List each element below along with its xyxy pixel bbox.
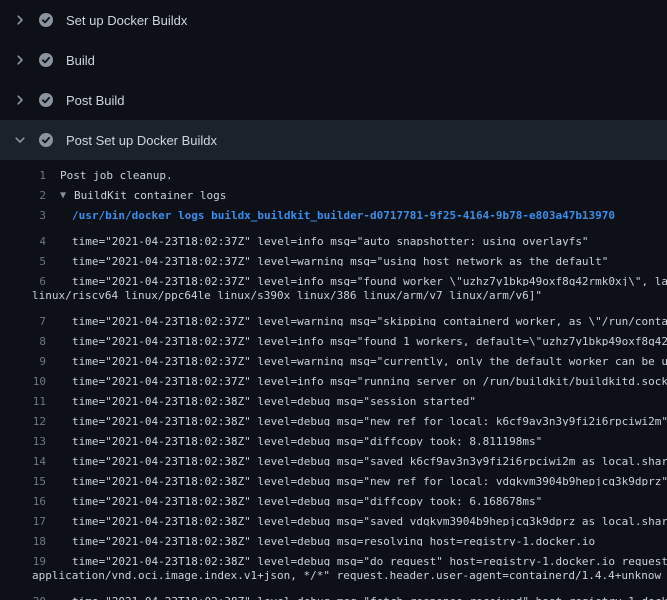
log-line-number[interactable]: 15 xyxy=(0,472,46,486)
log-line-number[interactable]: 18 xyxy=(0,532,46,546)
group-toggle-icon[interactable]: ▼ xyxy=(46,186,66,206)
log-line: 7 time="2021-04-23T18:02:37Z" level=warn… xyxy=(0,306,667,326)
step-title: Set up Docker Buildx xyxy=(66,13,187,28)
step-title: Build xyxy=(66,53,95,68)
log-line-text: time="2021-04-23T18:02:38Z" level=debug … xyxy=(46,592,667,600)
log-line-number[interactable]: 13 xyxy=(0,432,46,446)
log-line: 10 time="2021-04-23T18:02:37Z" level=inf… xyxy=(0,366,667,386)
log-line: 14 time="2021-04-23T18:02:38Z" level=deb… xyxy=(0,446,667,466)
step-header-0[interactable]: Set up Docker Buildx xyxy=(0,0,667,40)
log-line: 12 time="2021-04-23T18:02:38Z" level=deb… xyxy=(0,406,667,426)
log-line-number[interactable]: 2 xyxy=(0,186,46,206)
log-line-number[interactable]: 1 xyxy=(0,166,46,186)
chevron-down-icon[interactable] xyxy=(12,132,28,148)
log-line-text: time="2021-04-23T18:02:38Z" level=debug … xyxy=(46,492,542,506)
log-line: 15 time="2021-04-23T18:02:38Z" level=deb… xyxy=(0,466,667,486)
step-header-1[interactable]: Build xyxy=(0,40,667,80)
log-line-number[interactable]: 3 xyxy=(0,206,46,226)
log-line: 17 time="2021-04-23T18:02:38Z" level=deb… xyxy=(0,506,667,526)
log-line-text: time="2021-04-23T18:02:37Z" level=info m… xyxy=(46,332,667,346)
check-circle-icon xyxy=(38,12,54,28)
log-line-text: application/vnd.oci.image.index.v1+json,… xyxy=(32,566,661,586)
actions-log-viewer: Set up Docker Buildx Build Post Build Po… xyxy=(0,0,667,600)
log-area[interactable]: 1 Post job cleanup. 2 ▼BuildKit containe… xyxy=(0,160,667,600)
log-line-text: linux/riscv64 linux/ppc64le linux/s390x … xyxy=(32,286,542,306)
log-line-number[interactable]: 17 xyxy=(0,512,46,526)
log-line-text: time="2021-04-23T18:02:38Z" level=debug … xyxy=(46,472,667,486)
log-line-text: time="2021-04-23T18:02:38Z" level=debug … xyxy=(46,532,595,546)
log-line-text: time="2021-04-23T18:02:38Z" level=debug … xyxy=(46,392,476,406)
log-line-text: time="2021-04-23T18:02:37Z" level=info m… xyxy=(46,272,667,286)
log-line-text: time="2021-04-23T18:02:37Z" level=warnin… xyxy=(46,352,667,366)
chevron-right-icon[interactable] xyxy=(12,92,28,108)
log-line-number[interactable]: 6 xyxy=(0,272,46,286)
step-title: Post Build xyxy=(66,93,125,108)
log-line: 13 time="2021-04-23T18:02:38Z" level=deb… xyxy=(0,426,667,446)
log-line-text: time="2021-04-23T18:02:37Z" level=warnin… xyxy=(46,312,667,326)
log-line-number[interactable]: 11 xyxy=(0,392,46,406)
step-header-3[interactable]: Post Set up Docker Buildx xyxy=(0,120,667,160)
log-line: 16 time="2021-04-23T18:02:38Z" level=deb… xyxy=(0,486,667,506)
log-line-text: Post job cleanup. xyxy=(46,166,173,186)
log-line-continuation: application/vnd.oci.image.index.v1+json,… xyxy=(0,566,667,586)
command-line-text: /usr/bin/docker logs buildx_buildkit_bui… xyxy=(46,206,615,226)
step-list: Set up Docker Buildx Build Post Build Po… xyxy=(0,0,667,160)
log-line: 1 Post job cleanup. xyxy=(0,166,667,186)
log-line-text: BuildKit container logs xyxy=(66,186,226,206)
log-line: 8 time="2021-04-23T18:02:37Z" level=info… xyxy=(0,326,667,346)
log-line: 11 time="2021-04-23T18:02:38Z" level=deb… xyxy=(0,386,667,406)
log-line: 18 time="2021-04-23T18:02:38Z" level=deb… xyxy=(0,526,667,546)
log-line-text: time="2021-04-23T18:02:38Z" level=debug … xyxy=(46,552,667,566)
log-line-text: time="2021-04-23T18:02:38Z" level=debug … xyxy=(46,452,667,466)
log-line-number[interactable]: 10 xyxy=(0,372,46,386)
log-line-text: time="2021-04-23T18:02:38Z" level=debug … xyxy=(46,512,667,526)
step-title: Post Set up Docker Buildx xyxy=(66,133,217,148)
log-line: 5 time="2021-04-23T18:02:37Z" level=warn… xyxy=(0,246,667,266)
log-line-number[interactable]: 7 xyxy=(0,312,46,326)
log-line: 6 time="2021-04-23T18:02:37Z" level=info… xyxy=(0,266,667,286)
chevron-right-icon[interactable] xyxy=(12,12,28,28)
log-line: 2 ▼BuildKit container logs xyxy=(0,186,667,206)
log-line: 19 time="2021-04-23T18:02:38Z" level=deb… xyxy=(0,546,667,566)
log-line-number[interactable]: 5 xyxy=(0,252,46,266)
log-line-number[interactable]: 9 xyxy=(0,352,46,366)
step-header-2[interactable]: Post Build xyxy=(0,80,667,120)
log-line: 20 time="2021-04-23T18:02:38Z" level=deb… xyxy=(0,586,667,600)
log-line-text: time="2021-04-23T18:02:38Z" level=debug … xyxy=(46,412,667,426)
log-line-text: time="2021-04-23T18:02:38Z" level=debug … xyxy=(46,432,542,446)
log-line-continuation: linux/riscv64 linux/ppc64le linux/s390x … xyxy=(0,286,667,306)
chevron-right-icon[interactable] xyxy=(12,52,28,68)
log-line-number[interactable]: 8 xyxy=(0,332,46,346)
log-line-number[interactable]: 14 xyxy=(0,452,46,466)
check-circle-icon xyxy=(38,132,54,148)
log-line: 4 time="2021-04-23T18:02:37Z" level=info… xyxy=(0,226,667,246)
log-line-number[interactable]: 20 xyxy=(0,592,46,600)
check-circle-icon xyxy=(38,52,54,68)
log-line-text: time="2021-04-23T18:02:37Z" level=info m… xyxy=(46,232,589,246)
log-line-text: time="2021-04-23T18:02:37Z" level=info m… xyxy=(46,372,667,386)
log-line-text: time="2021-04-23T18:02:37Z" level=warnin… xyxy=(46,252,608,266)
log-line-number[interactable]: 19 xyxy=(0,552,46,566)
log-line: 9 time="2021-04-23T18:02:37Z" level=warn… xyxy=(0,346,667,366)
log-line: 3 /usr/bin/docker logs buildx_buildkit_b… xyxy=(0,206,667,226)
check-circle-icon xyxy=(38,92,54,108)
log-line-number[interactable]: 4 xyxy=(0,232,46,246)
log-line-number[interactable]: 16 xyxy=(0,492,46,506)
log-line-number[interactable]: 12 xyxy=(0,412,46,426)
